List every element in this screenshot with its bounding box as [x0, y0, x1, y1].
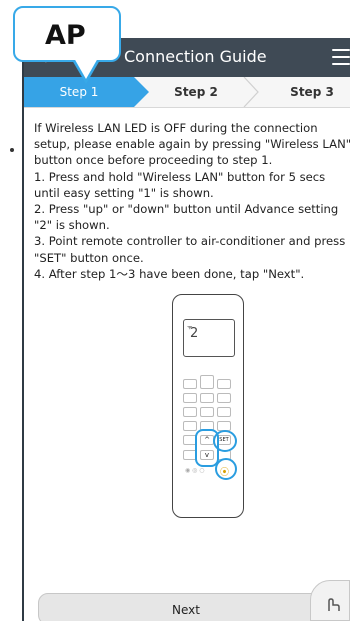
touch-hand-icon	[328, 598, 340, 611]
remote-controller-illustration: ᯤ 2 ^ SET v ◉ ◎ ○ ⦿	[172, 294, 244, 518]
ap-callout-bubble: AP	[13, 6, 121, 62]
instruction-step-2: 2. Press "up" or "down" button until Adv…	[34, 202, 339, 233]
wireless-lan-highlight-ring	[215, 458, 237, 480]
step-2-tab: Step 2	[174, 85, 218, 99]
remote-display: ᯤ 2	[183, 319, 235, 357]
floating-assist-button[interactable]	[310, 580, 350, 621]
instructions-text: If Wireless LAN LED is OFF during the co…	[34, 120, 350, 282]
step-separator-chevron	[243, 77, 259, 107]
page-bullet-dot	[10, 148, 14, 152]
remote-display-value: 2	[190, 326, 199, 341]
ap-callout-label: AP	[45, 20, 86, 51]
ap-callout-tail-fill	[74, 58, 98, 79]
step-3-tab: Step 3	[290, 85, 334, 99]
next-button[interactable]: Next	[38, 593, 334, 621]
instruction-step-1: 1. Press and hold "Wireless LAN" button …	[34, 169, 326, 200]
instruction-step-4: 4. After step 1～3 have been done, tap "N…	[34, 266, 305, 281]
page-title: Connection Guide	[124, 47, 267, 66]
instruction-step-3: 3. Point remote controller to air-condit…	[34, 234, 346, 265]
remote-small-icons: ◉ ◎ ○	[185, 467, 205, 474]
step-1-arrow-tip	[134, 77, 149, 107]
hamburger-menu-icon[interactable]	[332, 49, 350, 65]
app-frame: ‹ Connection Guide Step 1 Step 2 Step 3 …	[22, 38, 350, 621]
set-highlight-ring	[213, 430, 237, 452]
instruction-intro: If Wireless LAN LED is OFF during the co…	[34, 121, 350, 168]
